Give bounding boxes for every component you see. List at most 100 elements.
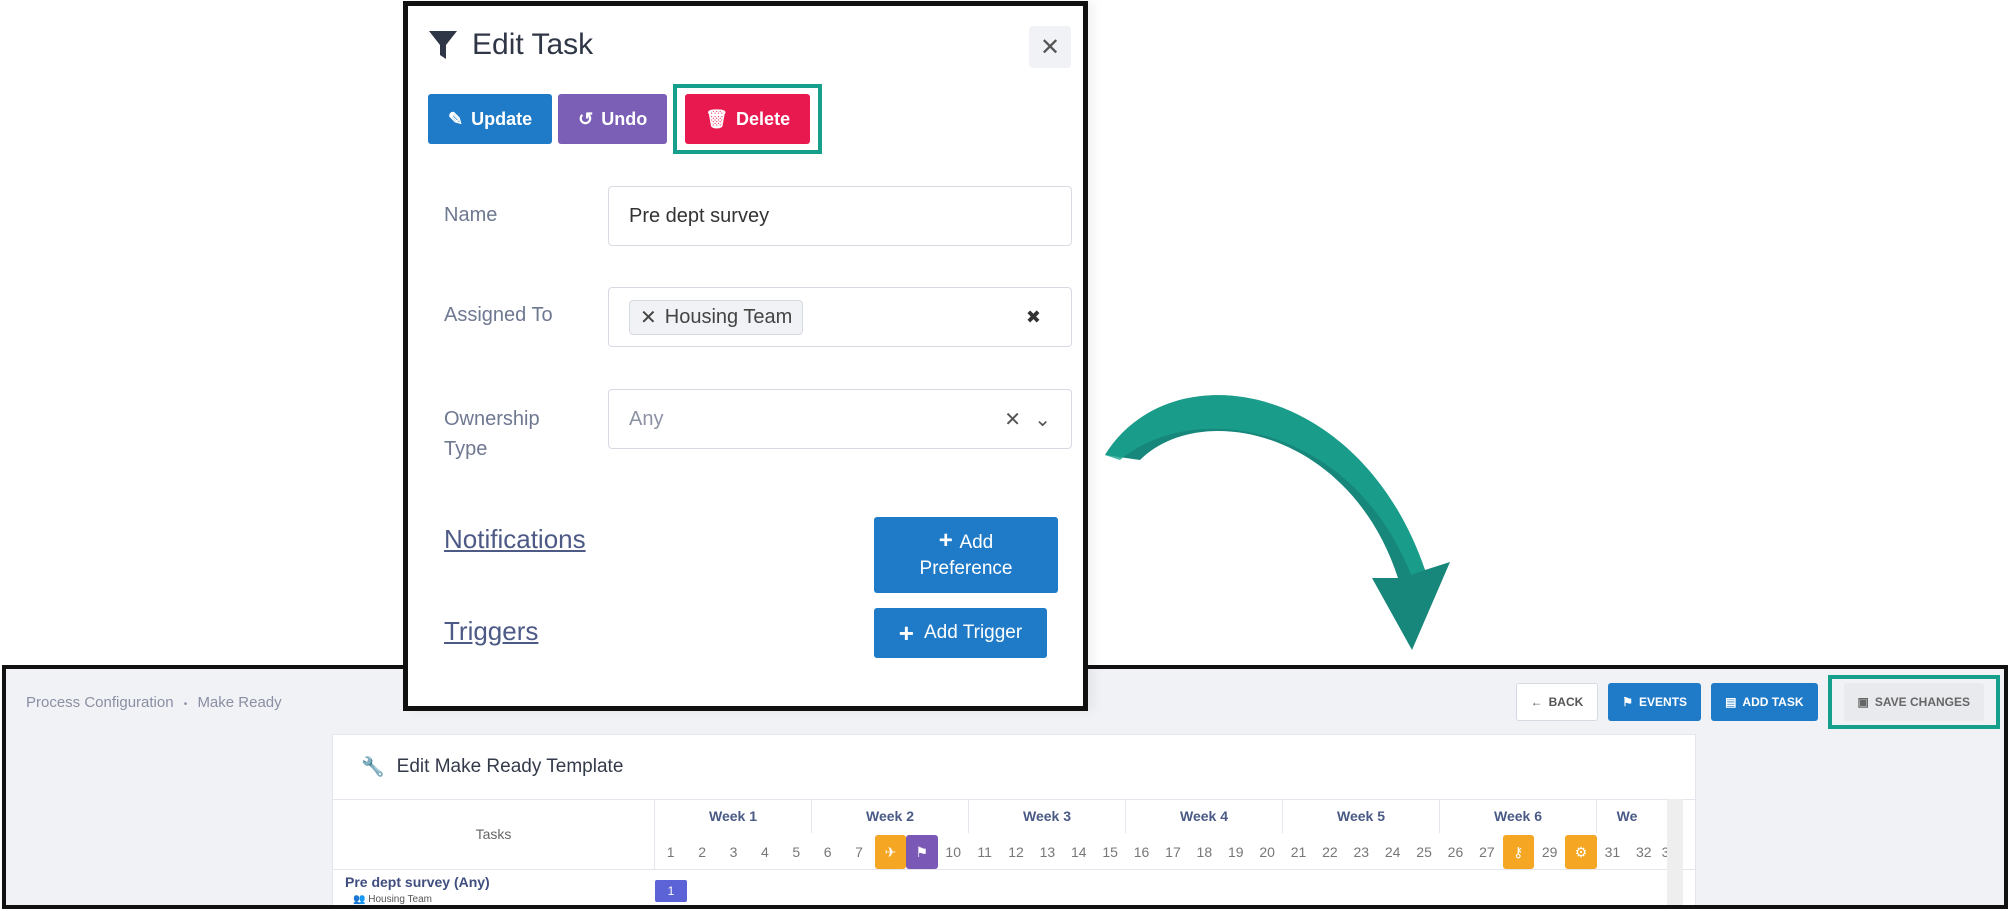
back-button[interactable]: ← BACK: [1515, 683, 1599, 721]
week-header: Week 1: [655, 799, 812, 833]
template-card: 🔧 Edit Make Ready Template Tasks Week 1 …: [332, 734, 1697, 905]
add-preference-text2: Preference: [919, 558, 1013, 579]
day-cell: 32: [1636, 844, 1652, 860]
plus-icon: +: [898, 617, 914, 648]
day-cell: 4: [760, 844, 769, 860]
task-row[interactable]: Pre dept survey (Any) 👥 Housing Team 1: [333, 869, 1697, 905]
chip-remove-icon[interactable]: ✕: [640, 305, 657, 330]
assigned-to-label: Assigned To: [444, 304, 553, 326]
task-marker[interactable]: 1: [655, 880, 687, 902]
toolbar: ← BACK ⚑ EVENTS ▤ ADD TASK ▣ SAVE CHANGE…: [1515, 675, 2000, 729]
day-cell: 3: [729, 844, 738, 860]
modal-actions: ✎ Update ↺ Undo 🗑 Delete: [428, 84, 823, 154]
curved-arrow-icon: [1105, 395, 1450, 650]
events-label: EVENTS: [1639, 695, 1688, 709]
update-label: Update: [471, 108, 533, 129]
delete-button[interactable]: 🗑 Delete: [685, 94, 811, 144]
key-icon[interactable]: ⚷: [1502, 835, 1534, 869]
day-cell: 22: [1322, 844, 1338, 860]
assigned-to-field[interactable]: ✕ Housing Team ✖: [608, 287, 1072, 347]
day-cell: 31: [1604, 844, 1621, 860]
clipboard-icon: ▤: [1725, 695, 1737, 709]
tools-icon[interactable]: ⚙: [1565, 835, 1597, 869]
breadcrumb-make-ready: Make Ready: [197, 694, 282, 711]
ownership-type-select[interactable]: Any ✕ ⌄: [608, 389, 1072, 449]
trash-icon: 🗑: [705, 108, 729, 129]
events-button[interactable]: ⚑ EVENTS: [1608, 683, 1702, 721]
ownership-type-label: Ownership Type: [444, 404, 540, 464]
weeks-row: Week 1 Week 2 Week 3 Week 4 Week 5 Week …: [655, 799, 1657, 833]
week-header: Week 2: [812, 799, 969, 833]
wrench-icon: 🔧: [361, 757, 385, 778]
task-name[interactable]: Pre dept survey (Any): [345, 874, 490, 890]
name-label: Name: [444, 204, 498, 226]
card-title: 🔧 Edit Make Ready Template: [361, 755, 623, 779]
ownership-placeholder: Any: [629, 407, 664, 430]
delete-highlight-box: 🗑 Delete: [673, 84, 823, 154]
week-header: Week 5: [1283, 799, 1440, 833]
scrollbar[interactable]: [1667, 799, 1683, 905]
day-cell: 14: [1070, 844, 1087, 860]
day-cell: 27: [1479, 844, 1495, 860]
assigned-chip-label: Housing Team: [664, 305, 793, 328]
week-header: Week 4: [1126, 799, 1283, 833]
triggers-link[interactable]: Triggers: [444, 616, 538, 647]
add-task-button[interactable]: ▤ ADD TASK: [1711, 683, 1818, 721]
close-button[interactable]: ✕: [1029, 26, 1071, 68]
edit-icon: ✎: [448, 108, 464, 129]
days-row: 1 2 3 4 5 6 7 ✈ ⚑ 10 11 12 13 14 15 16 1…: [655, 835, 1672, 869]
save-changes-label: SAVE CHANGES: [1874, 695, 1970, 709]
day-cell: 21: [1290, 844, 1307, 860]
day-cell: 11: [977, 844, 992, 860]
arrow-left-icon: ←: [1530, 695, 1543, 709]
day-cell: 17: [1165, 844, 1181, 860]
edit-task-modal: Edit Task ✕ ✎ Update ↺ Undo 🗑 Delete Nam…: [403, 1, 1088, 711]
day-cell: 23: [1353, 844, 1370, 860]
day-cell: 5: [792, 844, 801, 860]
day-cell: 15: [1102, 844, 1118, 860]
day-cell: 13: [1039, 844, 1056, 860]
undo-label: Undo: [601, 108, 648, 129]
day-cell: 6: [823, 844, 832, 860]
flag-icon[interactable]: ⚑: [906, 835, 938, 869]
task-team-label: Housing Team: [368, 894, 432, 905]
name-value: Pre dept survey: [629, 204, 770, 227]
add-preference-button[interactable]: + Add Preference: [874, 517, 1058, 593]
undo-icon: ↺: [578, 108, 594, 129]
week-header: Week 3: [969, 799, 1126, 833]
modal-title: Edit Task: [428, 28, 593, 62]
day-cell: 24: [1384, 844, 1401, 860]
plus-icon: +: [938, 527, 960, 554]
filter-icon: [429, 31, 457, 59]
modal-title-text: Edit Task: [472, 28, 594, 61]
add-task-label: ADD TASK: [1742, 695, 1804, 709]
day-cell: 2: [698, 844, 706, 860]
day-cell: 18: [1196, 844, 1213, 860]
ownership-label-line2: Type: [444, 438, 488, 460]
name-field[interactable]: Pre dept survey: [608, 186, 1072, 246]
close-icon: ✕: [1039, 33, 1061, 61]
day-cell: 16: [1133, 844, 1150, 860]
week-header: We: [1616, 808, 1638, 824]
day-cell: 25: [1416, 844, 1432, 860]
save-changes-button[interactable]: ▣ SAVE CHANGES: [1843, 683, 1984, 721]
day-cell: 10: [945, 844, 961, 860]
undo-button[interactable]: ↺ Undo: [558, 94, 668, 144]
chevron-down-icon[interactable]: ⌄: [1034, 407, 1051, 432]
assigned-chip[interactable]: ✕ Housing Team: [629, 299, 804, 335]
tasks-header: Tasks: [333, 799, 655, 869]
breadcrumb-separator: •: [183, 699, 188, 710]
breadcrumb: Process Configuration • Make Ready: [26, 694, 282, 711]
day-cell: 19: [1227, 844, 1244, 860]
add-trigger-button[interactable]: + Add Trigger: [874, 608, 1047, 658]
clear-icon[interactable]: ✕: [1004, 407, 1021, 432]
plane-icon[interactable]: ✈: [874, 835, 907, 869]
save-highlight-box: ▣ SAVE CHANGES: [1827, 675, 2000, 729]
add-preference-line1: + Add: [939, 528, 994, 556]
users-icon: 👥: [353, 894, 366, 905]
day-cell: 29: [1541, 844, 1558, 860]
notifications-link[interactable]: Notifications: [444, 524, 586, 555]
update-button[interactable]: ✎ Update: [428, 94, 553, 144]
clear-icon[interactable]: ✖: [1026, 307, 1041, 328]
breadcrumb-process-configuration[interactable]: Process Configuration: [26, 694, 174, 711]
